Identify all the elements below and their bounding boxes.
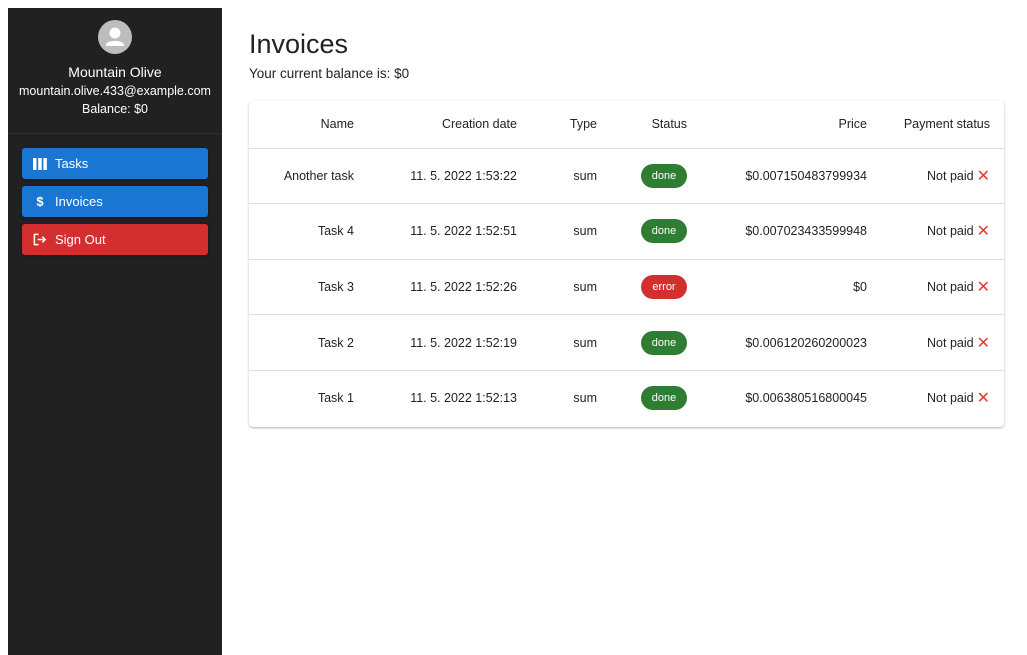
not-paid-x-icon: ✕ (976, 390, 990, 408)
user-name: Mountain Olive (68, 64, 162, 80)
table-row: Task 2 11. 5. 2022 1:52:19 sum done $0.0… (249, 314, 1004, 371)
not-paid-x-icon: ✕ (976, 167, 990, 185)
cell-price: $0.006380516800045 (745, 391, 867, 406)
sign-out-label: Sign Out (55, 232, 106, 247)
table-header-row: Name Creation date Type Status Price Pay… (249, 101, 1004, 149)
status-badge: done (641, 330, 687, 355)
sign-out-icon (33, 233, 47, 247)
page-title: Invoices (249, 29, 349, 59)
table-row: Task 4 11. 5. 2022 1:52:51 sum done $0.0… (249, 203, 1004, 260)
payment-status-text: Not paid (927, 224, 974, 239)
user-email: mountain.olive.433@example.com (19, 84, 211, 98)
not-paid-x-icon: ✕ (976, 223, 990, 241)
current-balance-text: Your current balance is: $0 (249, 66, 410, 81)
cell-name: Another task (249, 148, 368, 205)
cell-price: $0.007150483799934 (701, 148, 881, 205)
header-creation-date: Creation date (368, 101, 531, 149)
cell-price: $0 (701, 259, 881, 316)
cell-status: done (611, 370, 701, 426)
user-balance: Balance: $0 (81, 102, 149, 116)
payment-status-text: Not paid (927, 168, 974, 183)
user-profile: Mountain Olive mountain.olive.433@exampl… (8, 8, 222, 134)
payment-status-text: Not paid (927, 391, 974, 406)
cell-payment-status: Not paid ✕ (881, 314, 1004, 371)
table-row: Task 3 11. 5. 2022 1:52:26 sum error $0 … (249, 259, 1004, 316)
avatar-icon (98, 20, 132, 54)
cell-status: error (611, 259, 701, 316)
table-row: Another task 11. 5. 2022 1:53:22 sum don… (249, 148, 1004, 205)
header-type: Type (531, 101, 611, 149)
status-badge: done (641, 163, 687, 188)
cell-price: $0.007023433599948 (701, 203, 881, 260)
nav-tasks-label: Tasks (55, 156, 89, 171)
header-name: Name (249, 101, 368, 149)
cell-name: Task 1 (317, 391, 354, 406)
sign-out-button[interactable]: Sign Out (22, 224, 208, 255)
cell-date: 11. 5. 2022 1:52:13 (410, 391, 517, 406)
cell-price: $0.006120260200023 (701, 314, 881, 371)
payment-status-text: Not paid (927, 335, 974, 350)
cell-status: done (611, 203, 701, 260)
cell-date: 11. 5. 2022 1:53:22 (368, 148, 531, 205)
cell-payment-status: Not paid ✕ (881, 370, 1004, 426)
cell-type: sum (531, 314, 611, 371)
cell-name: Task 4 (249, 203, 368, 260)
header-price: Price (701, 101, 881, 149)
cell-date: 11. 5. 2022 1:52:19 (368, 314, 531, 371)
payment-status-text: Not paid (927, 279, 974, 294)
status-badge: error (641, 274, 687, 299)
invoices-table: Name Creation date Type Status Price Pay… (249, 101, 1004, 426)
cell-payment-status: Not paid ✕ (881, 203, 1004, 260)
header-payment-status: Payment status (881, 101, 1004, 149)
cell-name: Task 3 (249, 259, 368, 316)
status-badge: done (641, 219, 687, 244)
tasks-icon (33, 157, 47, 171)
not-paid-x-icon: ✕ (976, 334, 990, 352)
sidebar: Mountain Olive mountain.olive.433@exampl… (8, 8, 222, 655)
invoices-table-card: Name Creation date Type Status Price Pay… (249, 101, 1004, 427)
cell-type: sum (531, 203, 611, 260)
nav-invoices-button[interactable]: $ Invoices (22, 186, 208, 217)
cell-type: sum (573, 391, 597, 406)
cell-type: sum (531, 148, 611, 205)
header-status: Status (611, 101, 701, 149)
not-paid-x-icon: ✕ (976, 278, 990, 296)
nav-tasks-button[interactable]: Tasks (22, 148, 208, 179)
nav-invoices-label: Invoices (55, 194, 103, 209)
status-badge: done (641, 386, 687, 411)
cell-type: sum (531, 259, 611, 316)
cell-status: done (611, 314, 701, 371)
cell-date: 11. 5. 2022 1:52:26 (368, 259, 531, 316)
cell-payment-status: Not paid ✕ (881, 148, 1004, 205)
table-row: Task 1 11. 5. 2022 1:52:13 sum done $0.0… (249, 370, 1004, 426)
cell-name: Task 2 (249, 314, 368, 371)
cell-payment-status: Not paid ✕ (881, 259, 1004, 316)
dollar-icon: $ (36, 194, 44, 209)
cell-status: done (611, 148, 701, 205)
cell-date: 11. 5. 2022 1:52:51 (368, 203, 531, 260)
